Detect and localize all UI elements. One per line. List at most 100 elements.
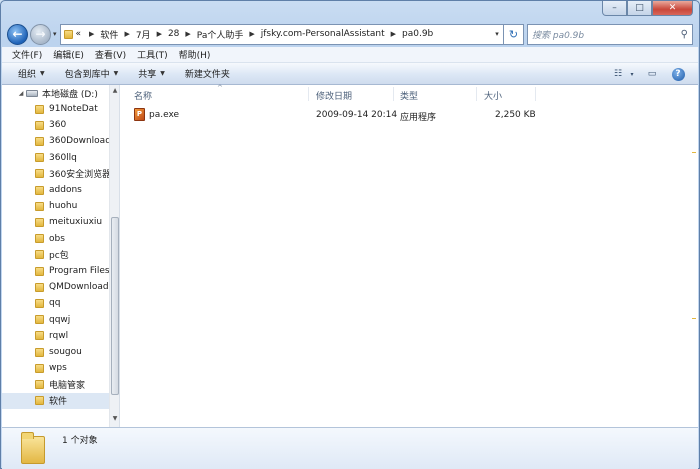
recent-pages-dropdown[interactable]: ▾ — [53, 30, 57, 38]
forward-button[interactable]: → — [30, 23, 51, 45]
scroll-up-icon[interactable]: ▲ — [110, 87, 119, 97]
file-size: 2,250 KB — [495, 110, 536, 120]
tree-item-folder[interactable]: wps — [2, 360, 109, 376]
tree-item-label: Program Files — [49, 266, 109, 276]
column-header-name[interactable]: 名称 — [134, 89, 152, 102]
chevron-down-icon: ▼ — [40, 70, 45, 77]
menu-help[interactable]: 帮助(H) — [179, 48, 211, 61]
close-button[interactable]: ✕ — [652, 1, 693, 16]
tree-item-drive[interactable]: ◢ 本地磁盘 (D:) — [2, 85, 109, 101]
tree-item-folder[interactable]: obs — [2, 231, 109, 247]
tree-item-folder[interactable]: Program Files — [2, 263, 109, 279]
breadcrumb-separator-icon[interactable]: ▶ — [385, 30, 402, 38]
address-bar[interactable]: « ▶ 软件 ▶ 7月 ▶ 28 ▶ Pa个人助手 ▶ jfsky.com-PersonalAss… — [59, 23, 504, 45]
tree-item-label: 91NoteDat — [49, 104, 98, 114]
tree-item-label: 360安全浏览器 — [49, 170, 109, 181]
breadcrumb-item[interactable]: 7月 — [136, 28, 151, 41]
tree-item-folder[interactable]: 360安全浏览器 — [2, 166, 109, 182]
menu-edit[interactable]: 编辑(E) — [53, 48, 84, 61]
breadcrumb-separator-icon[interactable]: ▶ — [151, 30, 168, 38]
new-folder-button[interactable]: 新建文件夹 — [185, 67, 230, 80]
breadcrumb-item[interactable]: jfsky.com-PersonalAssistant — [261, 29, 385, 39]
maximize-button[interactable]: □ — [627, 1, 652, 16]
tree-item-folder[interactable]: qqwj — [2, 312, 109, 328]
column-divider[interactable] — [535, 87, 536, 101]
share-button[interactable]: 共享 ▼ — [138, 67, 165, 80]
explorer-window: – □ ✕ ← → ▾ « ▶ 软件 ▶ 7月 ▶ 28 ▶ Pa个人助手 ▶ jfsky.com… — [0, 0, 700, 469]
tree-item-label: QMDownload — [49, 282, 109, 293]
view-options-chevron-icon[interactable]: ▾ — [628, 66, 636, 82]
navigation-pane: ◢ 本地磁盘 (D:) 91NoteDat 360 360Downloads 360l… — [2, 85, 120, 427]
tree-item-label: pc包 — [49, 251, 69, 262]
search-icon[interactable]: ⚲ — [681, 29, 688, 40]
file-list-pane: 名称 ^ 修改日期 类型 大小 P pa.exe 2009-09-14 20:1… — [121, 84, 698, 427]
tree-item-folder[interactable]: huohu — [2, 198, 109, 214]
tree-item-label: obs — [49, 233, 65, 244]
file-row[interactable]: P pa.exe 2009-09-14 20:14 应用程序 2,250 KB — [131, 108, 551, 124]
minimize-button[interactable]: – — [602, 1, 627, 16]
breadcrumb-separator-icon[interactable]: ▶ — [118, 30, 135, 38]
breadcrumb-item[interactable]: 软件 — [100, 28, 118, 41]
change-view-icon[interactable]: ☷ — [608, 66, 628, 82]
tree-item-folder[interactable]: 电脑管家 — [2, 376, 109, 392]
application-icon: P — [134, 108, 145, 121]
column-divider[interactable] — [393, 87, 394, 101]
organize-button[interactable]: 组织 ▼ — [18, 67, 45, 80]
search-placeholder: 搜索 pa0.9b — [532, 30, 585, 41]
menu-tools[interactable]: 工具(T) — [137, 48, 168, 61]
breadcrumb-separator-icon[interactable]: ▶ — [243, 30, 260, 38]
tree-item-label: meituxiuxiu — [49, 217, 103, 228]
include-in-library-label: 包含到库中 — [64, 70, 110, 80]
folder-icon — [35, 331, 44, 341]
breadcrumb-separator-icon[interactable]: ▶ — [81, 30, 100, 38]
tree-item-label: rqwl — [49, 330, 69, 341]
tree-item-folder[interactable]: sougou — [2, 344, 109, 360]
menu-bar: 文件(F) 编辑(E) 查看(V) 工具(T) 帮助(H) — [2, 47, 698, 63]
tree-item-folder[interactable]: pc包 — [2, 247, 109, 263]
menu-view[interactable]: 查看(V) — [95, 48, 126, 61]
tree-item-folder[interactable]: 360llq — [2, 150, 109, 166]
help-button[interactable]: ? — [668, 66, 688, 82]
column-header-size[interactable]: 大小 — [484, 89, 502, 102]
tree-item-folder[interactable]: qq — [2, 295, 109, 311]
tree-item-folder[interactable]: meituxiuxiu — [2, 214, 109, 230]
tree-item-folder[interactable]: 360Downloads — [2, 133, 109, 149]
tree-item-folder[interactable]: 360 — [2, 117, 109, 133]
tree-item-folder[interactable]: addons — [2, 182, 109, 198]
scroll-down-icon[interactable]: ▼ — [110, 415, 119, 425]
tree-item-folder[interactable]: rqwl — [2, 328, 109, 344]
item-count: 1 个对象 — [62, 436, 98, 446]
folder-icon — [35, 363, 44, 373]
breadcrumb-item[interactable]: Pa个人助手 — [197, 28, 244, 41]
folder-icon — [35, 185, 44, 195]
column-divider[interactable] — [476, 87, 477, 101]
include-in-library-button[interactable]: 包含到库中 ▼ — [65, 67, 119, 80]
tree-item-label: addons — [49, 185, 82, 195]
tree-item-folder[interactable]: QMDownload — [2, 279, 109, 295]
tree-item-folder[interactable]: 91NoteDat — [2, 101, 109, 117]
column-header-type[interactable]: 类型 — [400, 89, 418, 102]
edge-marker — [692, 318, 696, 319]
preview-pane-icon[interactable]: ▭ — [642, 66, 662, 82]
expanded-triangle-icon[interactable]: ◢ — [16, 90, 26, 97]
address-dropdown-icon[interactable]: ▾ — [491, 30, 503, 38]
breadcrumb-item[interactable]: pa0.9b — [402, 29, 433, 39]
refresh-button[interactable]: ↻ — [504, 23, 524, 45]
column-header-modified[interactable]: 修改日期 — [316, 89, 352, 102]
breadcrumb: ▶ 软件 ▶ 7月 ▶ 28 ▶ Pa个人助手 ▶ jfsky.com-PersonalAssis… — [81, 28, 433, 41]
breadcrumb-item[interactable]: 28 — [168, 29, 179, 39]
folder-icon — [35, 201, 44, 211]
view-controls: ☷ ▾ ▭ ? — [602, 66, 688, 82]
search-input[interactable]: 搜索 pa0.9b ⚲ — [527, 23, 693, 45]
folder-icon — [35, 282, 44, 292]
navigation-scrollbar[interactable]: ▲ ▼ — [109, 85, 119, 427]
tree-item-label: sougou — [49, 347, 82, 357]
folder-icon — [35, 298, 44, 308]
tree-item-folder[interactable]: 软件 — [2, 392, 109, 409]
folder-icon — [35, 153, 44, 163]
scrollbar-thumb[interactable] — [111, 217, 119, 395]
back-button[interactable]: ← — [7, 23, 28, 45]
column-divider[interactable] — [308, 87, 309, 101]
breadcrumb-separator-icon[interactable]: ▶ — [179, 30, 196, 38]
menu-file[interactable]: 文件(F) — [12, 48, 42, 61]
